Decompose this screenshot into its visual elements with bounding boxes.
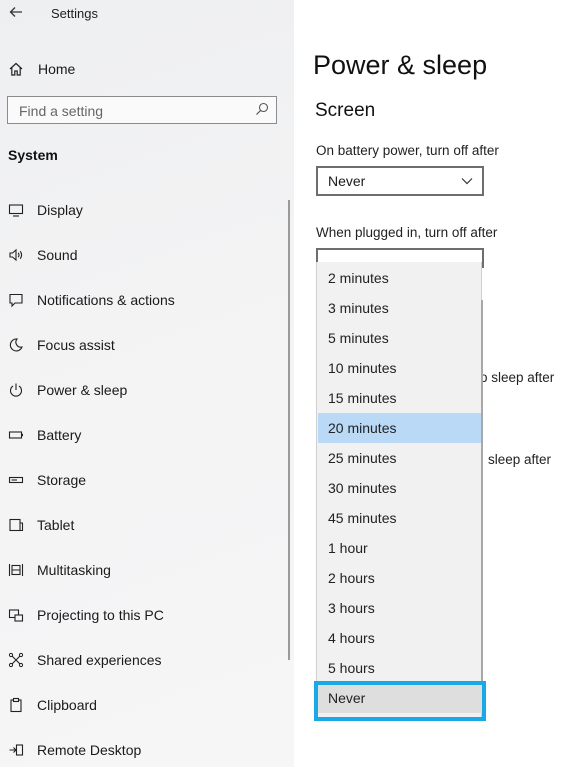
sidebar-item-label: Display <box>37 202 83 218</box>
dropdown-option[interactable]: 20 minutes <box>318 413 482 443</box>
sidebar-scrollbar[interactable] <box>288 200 290 660</box>
dropdown-option-label: 3 minutes <box>328 300 389 316</box>
sidebar-item-remote-desktop[interactable]: Remote Desktop <box>7 738 141 762</box>
tablet-icon <box>7 516 25 534</box>
battery-turn-off-label: On battery power, turn off after <box>316 143 499 158</box>
display-icon <box>7 201 25 219</box>
dropdown-option-label: 25 minutes <box>328 450 397 466</box>
dropdown-option-label: 20 minutes <box>328 420 397 436</box>
screen-heading: Screen <box>315 100 376 121</box>
dropdown-option[interactable]: 5 hours <box>318 653 482 683</box>
sidebar-item-label: Clipboard <box>37 697 97 713</box>
clipboard-icon <box>7 696 25 714</box>
search-icon[interactable] <box>254 101 270 122</box>
dropdown-option-label: 4 hours <box>328 630 375 646</box>
sidebar-item-clipboard[interactable]: Clipboard <box>7 693 97 717</box>
shared-experiences-icon <box>7 651 25 669</box>
dropdown-option-label: 5 minutes <box>328 330 389 346</box>
home-label: Home <box>38 61 76 77</box>
plugged-in-turn-off-label: When plugged in, turn off after <box>316 225 498 240</box>
focus-assist-icon <box>7 336 25 354</box>
sidebar: Settings Home Find a setting System Disp… <box>0 0 294 767</box>
sidebar-item-label: Remote Desktop <box>37 742 142 758</box>
power-icon <box>7 381 25 399</box>
sidebar-item-label: Power & sleep <box>37 382 128 398</box>
battery-turn-off-value: Never <box>328 173 366 189</box>
storage-icon <box>7 471 25 489</box>
remote-desktop-icon <box>7 741 25 759</box>
title-bar: Settings <box>0 0 294 28</box>
dropdown-option[interactable]: 3 minutes <box>318 293 482 323</box>
home-icon <box>9 62 23 76</box>
never-highlight-frame <box>314 681 486 721</box>
notifications-icon <box>7 291 25 309</box>
sidebar-item-projecting[interactable]: Projecting to this PC <box>7 603 164 627</box>
sidebar-item-label: Tablet <box>37 517 75 533</box>
sidebar-item-battery[interactable]: Battery <box>7 423 81 447</box>
dropdown-option[interactable]: 30 minutes <box>318 473 482 503</box>
sidebar-item-multitasking[interactable]: Multitasking <box>7 558 111 582</box>
dropdown-option-label: 10 minutes <box>328 360 397 376</box>
sidebar-item-label: Battery <box>37 427 82 443</box>
sidebar-item-storage[interactable]: Storage <box>7 468 86 492</box>
home-nav[interactable]: Home <box>8 58 75 80</box>
sidebar-item-label: Focus assist <box>37 337 115 353</box>
chevron-down-icon <box>460 174 474 193</box>
sidebar-item-label: Storage <box>37 472 87 488</box>
sidebar-item-shared-experiences[interactable]: Shared experiences <box>7 648 162 672</box>
sidebar-item-label: Multitasking <box>37 562 111 578</box>
timeout-options-list[interactable]: 2 minutes 3 minutes 5 minutes 10 minutes 15 … <box>316 262 482 718</box>
back-arrow-icon[interactable] <box>8 4 24 25</box>
dropdown-option-label: 3 hours <box>328 600 375 616</box>
page-title: Power & sleep <box>313 50 488 80</box>
battery-icon <box>7 426 25 444</box>
dropdown-scrollbar[interactable] <box>481 300 483 685</box>
sidebar-item-label: Projecting to this PC <box>37 607 164 623</box>
sleep-on-battery-label: o sleep after <box>480 370 555 385</box>
dropdown-option[interactable]: 10 minutes <box>318 353 482 383</box>
dropdown-option[interactable]: 4 hours <box>318 623 482 653</box>
dropdown-option[interactable]: 5 minutes <box>318 323 482 353</box>
dropdown-option-label: 15 minutes <box>328 390 397 406</box>
app-title: Settings <box>51 6 98 21</box>
sound-icon <box>7 246 25 264</box>
dropdown-option-label: 2 minutes <box>328 270 389 286</box>
dropdown-option[interactable]: 45 minutes <box>318 503 482 533</box>
dropdown-option-label: 30 minutes <box>328 480 397 496</box>
sleep-plugged-in-label: sleep after <box>488 452 552 467</box>
section-heading: System <box>8 147 58 163</box>
dropdown-option[interactable]: 2 minutes <box>318 263 482 293</box>
dropdown-option[interactable]: 2 hours <box>318 563 482 593</box>
sidebar-item-display[interactable]: Display <box>7 198 83 222</box>
dropdown-option-label: 5 hours <box>328 660 375 676</box>
search-input[interactable]: Find a setting <box>7 96 277 124</box>
dropdown-option[interactable]: 1 hour <box>318 533 482 563</box>
search-placeholder: Find a setting <box>19 103 104 119</box>
dropdown-option-label: 45 minutes <box>328 510 397 526</box>
dropdown-option[interactable]: 3 hours <box>318 593 482 623</box>
battery-turn-off-dropdown[interactable]: Never <box>316 166 484 196</box>
sidebar-item-notifications[interactable]: Notifications & actions <box>7 288 175 312</box>
dropdown-option-label: 1 hour <box>328 540 368 556</box>
sidebar-item-label: Sound <box>37 247 78 263</box>
sidebar-item-power-sleep[interactable]: Power & sleep <box>7 378 127 402</box>
sidebar-item-sound[interactable]: Sound <box>7 243 77 267</box>
sidebar-item-label: Shared experiences <box>37 652 162 668</box>
dropdown-option-label: 2 hours <box>328 570 375 586</box>
sidebar-item-focus-assist[interactable]: Focus assist <box>7 333 115 357</box>
dropdown-option[interactable]: 15 minutes <box>318 383 482 413</box>
multitasking-icon <box>7 561 25 579</box>
sidebar-item-tablet[interactable]: Tablet <box>7 513 74 537</box>
dropdown-option[interactable]: 25 minutes <box>318 443 482 473</box>
projecting-icon <box>7 606 25 624</box>
sidebar-item-label: Notifications & actions <box>37 292 175 308</box>
